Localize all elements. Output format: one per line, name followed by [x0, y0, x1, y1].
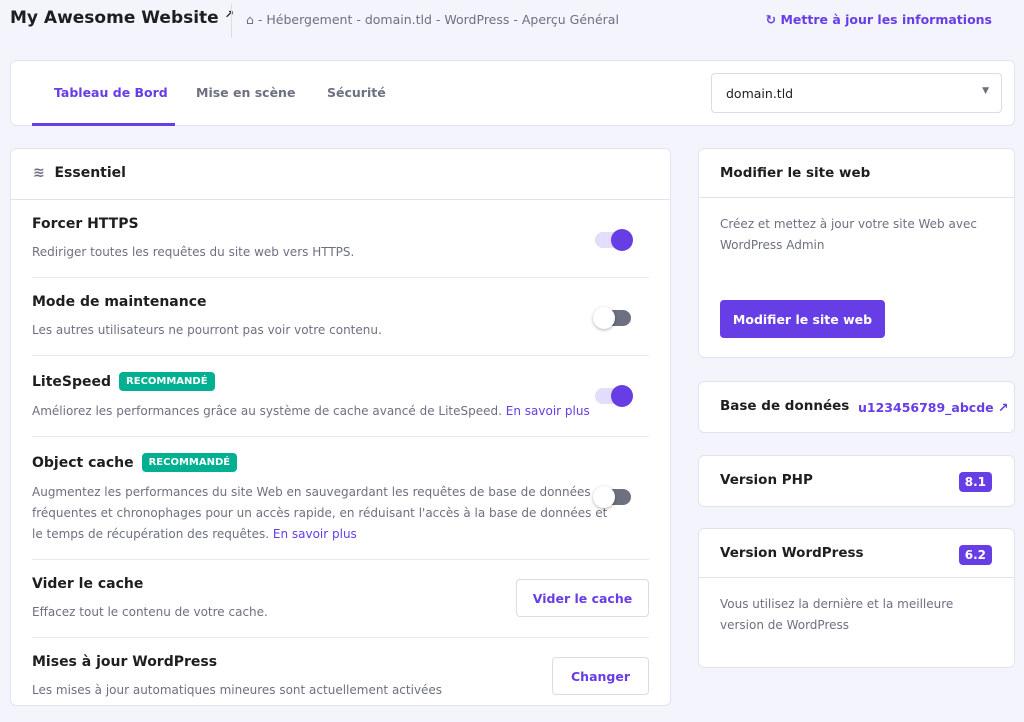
external-link-icon[interactable]: ↗: [225, 8, 234, 21]
layers-icon: ≋: [33, 165, 45, 181]
recommended-badge: RECOMMANDÉ: [142, 453, 238, 472]
edit-site-card: Modifier le site web Créez et mettez à j…: [698, 148, 1015, 358]
setting-wp-updates: Mises à jour WordPress Les mises à jour …: [32, 638, 649, 715]
setting-object-cache: Object cacheRECOMMANDÉ Augmentez les per…: [32, 437, 649, 560]
home-icon[interactable]: ⌂: [246, 12, 254, 27]
maintenance-toggle[interactable]: [595, 310, 631, 326]
setting-litespeed: LiteSpeedRECOMMANDÉ Améliorez les perfor…: [32, 356, 649, 437]
breadcrumb: ⌂ - Hébergement - domain.tld - WordPress…: [246, 12, 619, 27]
learn-more-link[interactable]: En savoir plus: [506, 404, 590, 418]
database-card: Base de données u123456789_abcde ↗: [698, 381, 1015, 433]
litespeed-toggle[interactable]: [595, 388, 631, 404]
tab-security[interactable]: Sécurité: [327, 85, 386, 100]
change-button[interactable]: Changer: [552, 657, 649, 695]
chevron-down-icon: ▼: [982, 86, 989, 96]
domain-select[interactable]: domain.tld▼: [711, 73, 1002, 113]
refresh-icon: ↻: [766, 12, 776, 27]
site-title: My Awesome Website ↗: [10, 8, 234, 28]
clear-cache-button[interactable]: Vider le cache: [516, 579, 649, 617]
php-version-badge: 8.1: [959, 472, 992, 492]
edit-site-button[interactable]: Modifier le site web: [720, 300, 885, 338]
essentials-card: ≋ Essentiel Forcer HTTPS Rediriger toute…: [10, 148, 671, 706]
wordpress-version-card: Version WordPress 6.2 Vous utilisez la d…: [698, 528, 1015, 668]
tab-dashboard[interactable]: Tableau de Bord: [54, 85, 168, 100]
object-cache-toggle[interactable]: [595, 489, 631, 505]
setting-maintenance: Mode de maintenance Les autres utilisate…: [32, 278, 649, 356]
essentials-header: ≋ Essentiel: [11, 149, 670, 200]
database-link[interactable]: u123456789_abcde ↗: [858, 400, 1009, 415]
wp-version-badge: 6.2: [959, 545, 992, 565]
active-tab-indicator: [32, 123, 175, 126]
force-https-toggle[interactable]: [595, 232, 631, 248]
php-version-card: Version PHP 8.1: [698, 455, 1015, 507]
learn-more-link[interactable]: En savoir plus: [273, 527, 357, 541]
refresh-button[interactable]: ↻ Mettre à jour les informations: [766, 12, 992, 27]
external-link-icon: ↗: [998, 400, 1008, 415]
recommended-badge: RECOMMANDÉ: [119, 372, 215, 391]
tab-staging[interactable]: Mise en scène: [196, 85, 295, 100]
tab-bar: Tableau de Bord Mise en scène Sécurité d…: [10, 60, 1015, 126]
setting-force-https: Forcer HTTPS Rediriger toutes les requêt…: [32, 200, 649, 278]
divider: [231, 4, 232, 38]
setting-clear-cache: Vider le cache Effacez tout le contenu d…: [32, 560, 649, 638]
